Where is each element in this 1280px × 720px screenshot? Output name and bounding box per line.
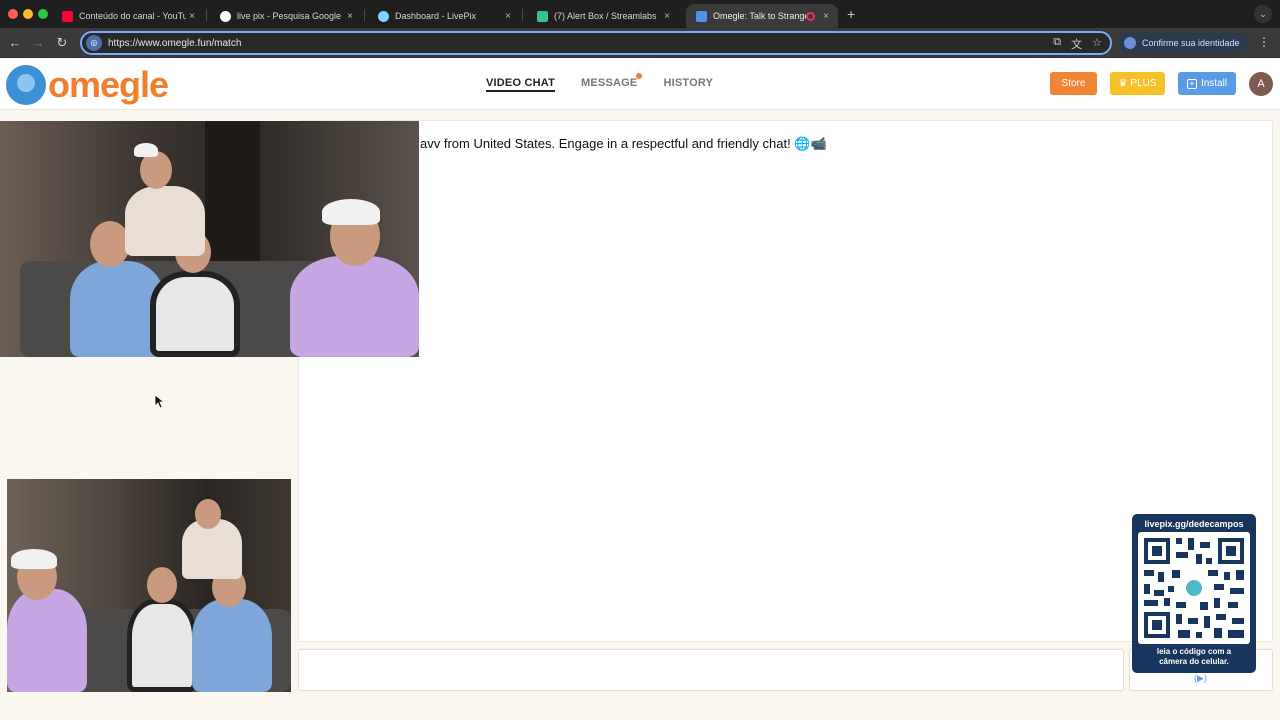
livepix-qr-card: livepix.gg/dedecampos leia o código com … [1132,514,1256,673]
google-favicon-icon [220,10,231,22]
browser-toolbar: ← → ↻ ◎ https://www.omegle.fun/match ⧉ 文… [0,28,1280,58]
youtube-favicon-icon [62,10,73,22]
url-text[interactable]: https://www.omegle.fun/match [108,38,241,49]
back-arrow-icon[interactable]: ← [6,34,24,52]
qr-footer-line-1: leia o código com a [1156,647,1232,656]
message-input[interactable] [298,649,1124,691]
tab-label: (7) Alert Box / Streamlabs [554,11,657,21]
qr-code [1138,532,1250,644]
nav-history[interactable]: HISTORY [663,77,713,92]
browser-tab-youtube[interactable]: Conteúdo do canal - YouTube × [52,4,204,28]
address-bar[interactable]: ◎ https://www.omegle.fun/match ⧉ 文 ☆ [80,31,1112,55]
tab-label: Omegle: Talk to Strangers [713,11,806,21]
window-minimize-button[interactable] [23,9,33,19]
self-video [7,479,291,692]
qr-card-footer: leia o código com a câmera do celular. [1132,647,1256,667]
plus-button[interactable]: ♛ PLUS [1110,72,1165,95]
stranger-video [0,121,419,357]
omegle-logo-icon [6,65,46,105]
livepix-play-icon: (▶) [1194,673,1207,683]
tab-search-chevron-icon[interactable]: ⌄ [1254,5,1272,23]
user-avatar[interactable]: A [1249,72,1273,96]
livepix-favicon-icon [378,10,389,22]
qr-footer-line-2: câmera do celular. [1159,657,1229,666]
notification-dot [636,73,643,79]
translate-icon[interactable]: 文 [1071,36,1082,52]
qr-code-graphic [1144,538,1244,638]
tab-close-icon[interactable]: × [186,11,198,22]
install-label: Install [1200,78,1228,89]
omegle-favicon-icon [696,10,707,22]
chat-panel [298,120,1273,642]
window-close-button[interactable] [8,9,18,19]
site-info-icon[interactable]: ◎ [86,35,102,51]
profile-icon [1124,37,1136,49]
browser-tab-livepix[interactable]: Dashboard - LivePix × [368,4,520,28]
streamlabs-favicon-icon [537,10,548,22]
chat-system-message: avv from United States. Engage in a resp… [420,136,827,151]
identity-label: Confirme sua identidade [1142,38,1240,48]
identity-chip[interactable]: Confirme sua identidade [1118,33,1248,53]
tab-close-icon[interactable]: × [661,11,673,22]
install-icon: + [1186,78,1197,89]
recording-icon [806,11,815,21]
install-button[interactable]: + Install [1178,72,1236,95]
qr-card-header: livepix.gg/dedecampos [1144,519,1244,529]
browser-tab-omegle[interactable]: Omegle: Talk to Strangers × [686,4,838,28]
plus-label: PLUS [1130,78,1157,89]
tab-close-icon[interactable]: × [344,11,356,22]
nav-message-label: MESSAGE [581,77,638,89]
nav-video-chat[interactable]: VIDEO CHAT [486,77,556,92]
browser-tab-bar: Conteúdo do canal - YouTube × live pix -… [0,0,1280,28]
window-zoom-button[interactable] [38,9,48,19]
browser-menu-icon[interactable]: ⋮ [1258,35,1270,49]
store-button[interactable]: Store [1050,72,1097,95]
bookmark-star-icon[interactable]: ☆ [1092,36,1102,52]
browser-tab-google[interactable]: live pix - Pesquisa Google × [210,4,362,28]
cast-icon[interactable]: ⧉ [1053,36,1061,52]
logo-text: omegle [48,64,169,105]
omegle-logo[interactable]: omegle [6,64,169,106]
tab-label: Conteúdo do canal - YouTube [79,11,186,21]
main-nav: VIDEO CHAT MESSAGE HISTORY [486,73,739,92]
new-tab-button[interactable]: + [847,6,855,22]
browser-tab-streamlabs[interactable]: (7) Alert Box / Streamlabs × [527,4,679,28]
crown-icon: ♛ [1118,78,1128,89]
site-header: omegle VIDEO CHAT MESSAGE HISTORY Store … [0,58,1280,110]
tab-label: live pix - Pesquisa Google [237,11,342,21]
tab-close-icon[interactable]: × [502,11,514,22]
tab-close-icon[interactable]: × [820,11,832,22]
mouse-cursor-icon [155,395,165,409]
nav-message[interactable]: MESSAGE [581,73,643,92]
reload-icon[interactable]: ↻ [53,34,71,52]
tab-label: Dashboard - LivePix [395,11,477,21]
forward-arrow-icon[interactable]: → [29,34,47,52]
